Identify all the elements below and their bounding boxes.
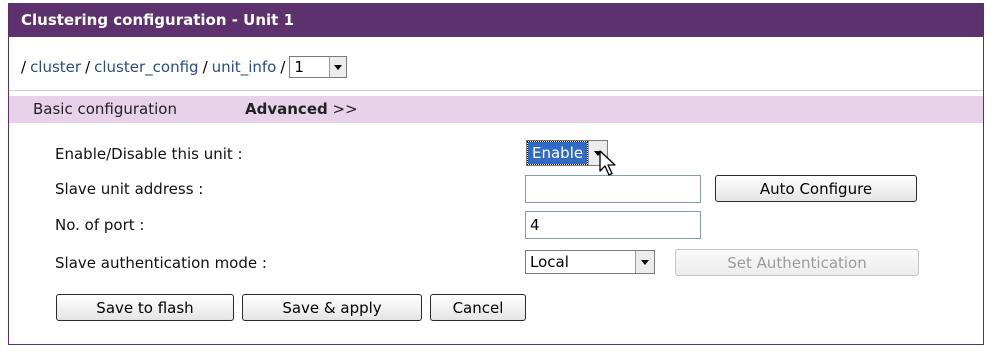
unit-select[interactable]: 1 [289,56,348,78]
mouse-pointer-icon [599,150,616,176]
breadcrumb-separator: / [85,58,91,76]
cancel-button[interactable]: Cancel [430,294,526,321]
auto-configure-button[interactable]: Auto Configure [715,175,917,202]
cluster-config-panel: Clustering configuration - Unit 1 / clus… [8,3,984,345]
auth-mode-select[interactable]: Local [525,250,655,274]
breadcrumb-cluster[interactable]: cluster [30,58,81,76]
auth-mode-label: Slave authentication mode : [55,254,267,272]
port-count-label: No. of port : [55,216,145,234]
tab-basic-configuration[interactable]: Basic configuration [33,96,177,123]
config-tabs: Basic configuration Advanced >> [9,96,983,123]
breadcrumb-separator: / [280,58,286,76]
chevron-down-icon[interactable] [329,57,347,77]
breadcrumb: / cluster / cluster_config / unit_info /… [21,56,348,78]
breadcrumb-unit-info[interactable]: unit_info [212,58,277,76]
enable-unit-select-value: Enable [526,141,589,165]
port-count-input[interactable]: 4 [525,211,701,239]
enable-unit-label: Enable/Disable this unit : [55,145,243,163]
chevron-down-icon[interactable] [635,251,654,273]
tab-advanced[interactable]: Advanced >> [245,96,358,123]
tab-advanced-arrow: >> [332,100,358,118]
breadcrumb-divider [9,90,983,91]
breadcrumb-separator: / [21,58,27,76]
breadcrumb-cluster-config[interactable]: cluster_config [94,58,198,76]
slave-address-label: Slave unit address : [55,180,204,198]
tab-advanced-label: Advanced [245,100,328,118]
save-to-flash-button[interactable]: Save to flash [56,294,234,321]
auth-mode-select-value: Local [530,253,569,271]
save-and-apply-button[interactable]: Save & apply [242,294,422,321]
enable-unit-select[interactable]: Enable [526,140,609,166]
slave-address-input[interactable] [525,175,701,203]
breadcrumb-separator: / [202,58,208,76]
unit-select-value: 1 [294,58,304,76]
panel-title: Clustering configuration - Unit 1 [9,4,983,37]
set-authentication-button: Set Authentication [675,249,919,276]
